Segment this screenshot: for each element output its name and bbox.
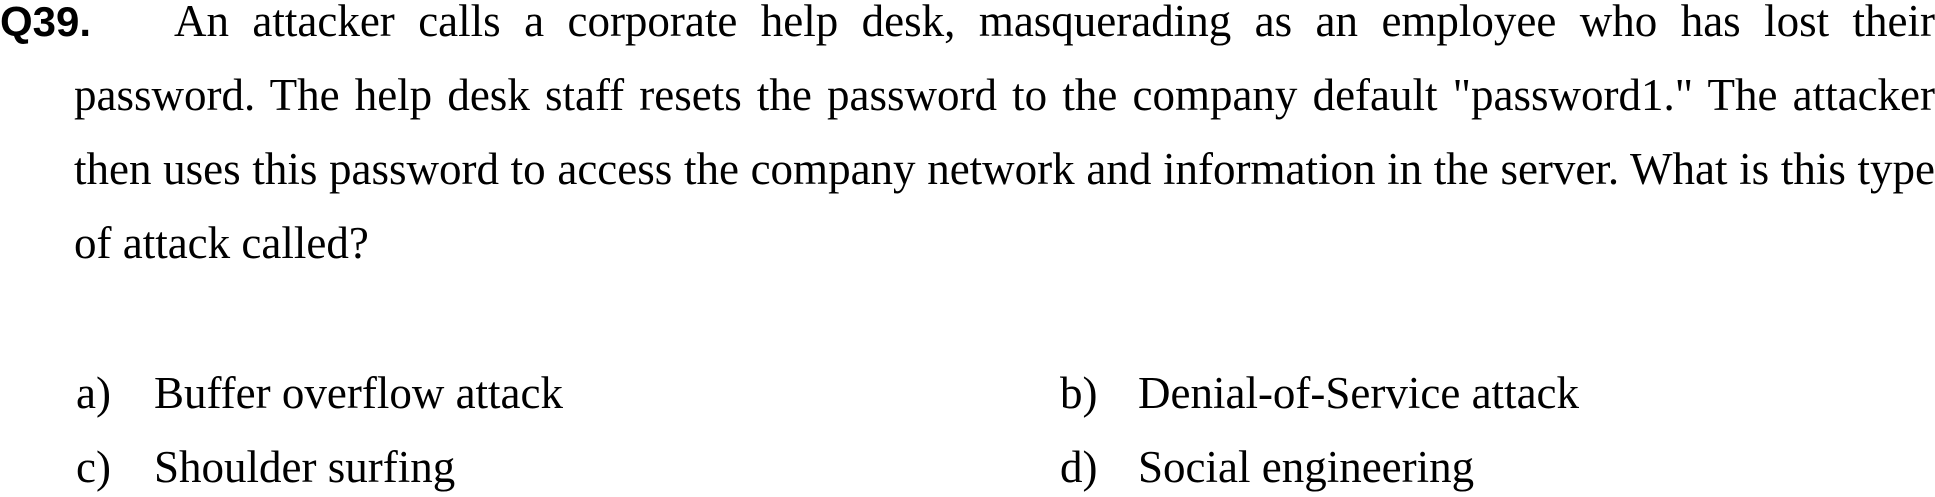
option-d-letter: d) [1060, 442, 1098, 492]
option-a-text: Buffer overflow attack [154, 368, 563, 418]
option-a[interactable]: a) Buffer overflow attack [76, 363, 563, 423]
option-b-text: Denial-of-Service attack [1138, 368, 1580, 418]
option-c-letter: c) [76, 442, 111, 492]
option-c[interactable]: c) Shoulder surfing [76, 437, 455, 497]
option-a-letter: a) [76, 368, 111, 418]
question-text: An attacker calls a corporate help desk,… [74, 0, 1935, 268]
option-b[interactable]: b) Denial-of-Service attack [1060, 363, 1579, 423]
option-b-letter: b) [1060, 368, 1098, 418]
option-d[interactable]: d) Social engineering [1060, 437, 1474, 497]
option-d-text: Social engineering [1138, 442, 1475, 492]
option-c-text: Shoulder surfing [154, 442, 456, 492]
